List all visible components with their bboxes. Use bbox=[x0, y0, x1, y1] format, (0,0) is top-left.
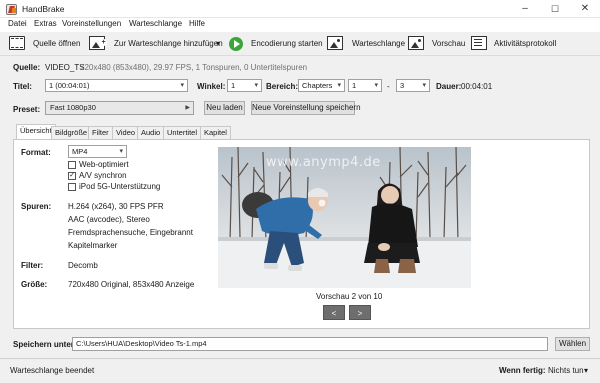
size-value: 720x480 Original, 853x480 Anzeige bbox=[68, 280, 195, 289]
chevron-down-icon[interactable]: ▾ bbox=[584, 366, 588, 375]
reload-preset-button[interactable]: Neu laden bbox=[204, 101, 245, 115]
handbrake-logo-icon bbox=[6, 4, 17, 15]
menu-voreinstellungen[interactable]: Voreinstellungen bbox=[62, 19, 121, 28]
source-info: 720x480 (853x480), 29.97 FPS, 1 Tonspure… bbox=[80, 63, 308, 72]
chevron-down-icon: ▾ bbox=[180, 82, 184, 89]
preview-image: www.anymp4.de bbox=[218, 147, 471, 288]
add-queue-dropdown-icon[interactable]: ▾ bbox=[216, 39, 220, 48]
tab-filter[interactable]: Filter bbox=[88, 126, 113, 139]
angle-select-value: 1 bbox=[231, 81, 236, 90]
preview-icon[interactable] bbox=[408, 36, 424, 50]
angle-label: Winkel: bbox=[197, 82, 226, 91]
angle-select[interactable]: 1 ▾ bbox=[227, 79, 262, 92]
tab-video[interactable]: Video bbox=[112, 126, 140, 139]
when-done-label: Wenn fertig: bbox=[499, 366, 546, 375]
format-value: MP4 bbox=[72, 147, 88, 156]
browse-button[interactable]: Wählen bbox=[555, 337, 590, 351]
chevron-down-icon: ▾ bbox=[422, 82, 426, 89]
chevron-down-icon: ▾ bbox=[337, 82, 341, 89]
save-label: Speichern unter: bbox=[13, 340, 77, 349]
track-chapters: Kapitelmarker bbox=[68, 241, 118, 250]
ipod-support-checkbox[interactable] bbox=[68, 183, 76, 191]
tracks-label: Spuren: bbox=[21, 202, 52, 211]
preview-next-button[interactable]: > bbox=[349, 305, 371, 320]
ipod-support-label: iPod 5G-Unterstützung bbox=[79, 182, 161, 191]
tab-audio[interactable]: Audio bbox=[137, 126, 165, 139]
web-optimized-checkbox[interactable] bbox=[68, 161, 76, 169]
status-message: Warteschlange beendet bbox=[10, 366, 95, 375]
add-to-queue-button[interactable]: Zur Warteschlange hinzufügen bbox=[114, 39, 223, 48]
web-optimized-label: Web-optimiert bbox=[79, 160, 129, 169]
track-video: H.264 (x264), 30 FPS PFR bbox=[68, 202, 164, 211]
tab-untertitel[interactable]: Untertitel bbox=[163, 126, 202, 139]
format-select[interactable]: MP4 ▾ bbox=[68, 145, 127, 158]
range-start-value: 1 bbox=[352, 81, 357, 90]
title-label: Titel: bbox=[13, 82, 32, 91]
tab-kapitel[interactable]: Kapitel bbox=[200, 126, 231, 139]
range-separator: - bbox=[387, 82, 390, 91]
title-select-value: 1 (00:04:01) bbox=[49, 81, 90, 90]
chevron-down-icon: ▾ bbox=[119, 148, 123, 155]
source-label: Quelle: bbox=[13, 63, 41, 72]
range-mode-value: Chapters bbox=[302, 81, 333, 90]
queue-icon[interactable] bbox=[327, 36, 343, 50]
preset-label: Preset: bbox=[13, 105, 41, 114]
minimize-button[interactable]: – bbox=[510, 0, 540, 18]
size-label: Größe: bbox=[21, 280, 48, 289]
range-start-select[interactable]: 1 ▾ bbox=[348, 79, 382, 92]
window-title: HandBrake bbox=[22, 4, 65, 14]
range-label: Bereich: bbox=[266, 82, 299, 91]
close-button[interactable]: ✕ bbox=[570, 0, 600, 18]
range-mode-select[interactable]: Chapters ▾ bbox=[298, 79, 345, 92]
maximize-button[interactable]: ☐ bbox=[540, 0, 570, 18]
start-encode-button[interactable]: Encodierung starten bbox=[251, 39, 323, 48]
range-end-value: 3 bbox=[400, 81, 405, 90]
duration-value: 00:04:01 bbox=[461, 82, 493, 91]
when-done-select[interactable]: Nichts tun bbox=[548, 366, 584, 375]
track-audio: AAC (avcodec), Stereo bbox=[68, 215, 150, 224]
film-icon[interactable] bbox=[9, 36, 25, 50]
filter-value: Decomb bbox=[68, 261, 98, 270]
av-sync-label: A/V synchron bbox=[79, 171, 127, 180]
chevron-down-icon: ▾ bbox=[254, 82, 258, 89]
menu-datei[interactable]: Datei bbox=[8, 19, 27, 28]
duration-label: Dauer: bbox=[436, 82, 462, 91]
tab-bildgroesse[interactable]: Bildgröße bbox=[51, 126, 92, 139]
activity-log-icon[interactable] bbox=[471, 36, 487, 50]
format-label: Format: bbox=[21, 148, 51, 157]
save-new-preset-button[interactable]: Neue Voreinstellung speichern bbox=[251, 101, 361, 115]
preview-prev-button[interactable]: < bbox=[323, 305, 345, 320]
menu-hilfe[interactable]: Hilfe bbox=[189, 19, 205, 28]
preset-value: Fast 1080p30 bbox=[50, 103, 96, 112]
preview-caption: Vorschau 2 von 10 bbox=[316, 292, 383, 301]
filter-label: Filter: bbox=[21, 261, 44, 270]
menu-warteschlange[interactable]: Warteschlange bbox=[129, 19, 182, 28]
preview-button[interactable]: Vorschau bbox=[432, 39, 465, 48]
range-end-select[interactable]: 3 ▾ bbox=[396, 79, 430, 92]
queue-button[interactable]: Warteschlange bbox=[352, 39, 405, 48]
open-source-button[interactable]: Quelle öffnen bbox=[33, 39, 80, 48]
tab-uebersicht[interactable]: Übersicht bbox=[16, 124, 56, 140]
chevron-down-icon: ▾ bbox=[374, 82, 378, 89]
chevron-right-icon: ▶ bbox=[185, 105, 190, 111]
av-sync-checkbox[interactable]: ✓ bbox=[68, 172, 76, 180]
save-path-input[interactable]: C:\Users\HUA\Desktop\Video Ts-1.mp4 bbox=[72, 337, 548, 351]
menu-extras[interactable]: Extras bbox=[34, 19, 57, 28]
source-name: VIDEO_TS bbox=[45, 63, 85, 72]
watermark-text: www.anymp4.de bbox=[266, 155, 381, 170]
title-select[interactable]: 1 (00:04:01) ▾ bbox=[45, 79, 188, 92]
track-subtitle: Fremdsprachensuche, Eingebrannt bbox=[68, 228, 193, 237]
preset-select[interactable]: Fast 1080p30 ▶ bbox=[45, 101, 194, 115]
play-icon[interactable] bbox=[229, 37, 243, 51]
activity-log-button[interactable]: Aktivitätsprotokoll bbox=[494, 39, 556, 48]
add-queue-icon[interactable] bbox=[89, 36, 107, 50]
